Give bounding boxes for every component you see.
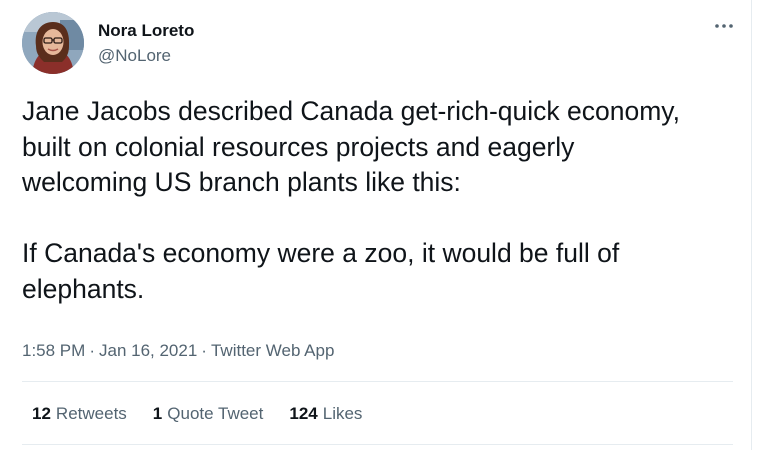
likes-label: Likes: [322, 404, 363, 423]
author-handle[interactable]: @NoLore: [98, 45, 194, 67]
author-display-name[interactable]: Nora Loreto: [98, 20, 194, 42]
meta-separator: ·: [89, 341, 95, 360]
avatar-image: [22, 12, 84, 74]
quote-tweets-count: 1: [152, 404, 163, 423]
tweet-card: Nora Loreto @NoLore Jane Jacobs describe…: [0, 0, 752, 450]
more-horizontal-icon: [715, 24, 733, 28]
tweet-stats: 12 Retweets 1 Quote Tweet 124 Likes: [32, 402, 388, 426]
likes-count: 124: [289, 404, 318, 423]
likes-stat[interactable]: 124 Likes: [289, 402, 362, 426]
avatar[interactable]: [22, 12, 84, 74]
author-info: Nora Loreto @NoLore: [98, 20, 194, 67]
tweet-text: Jane Jacobs described Canada get-rich-qu…: [22, 96, 680, 304]
tweet-header: Nora Loreto @NoLore: [22, 12, 737, 76]
retweets-label: Retweets: [55, 404, 127, 423]
divider: [22, 444, 733, 445]
quote-tweets-stat[interactable]: 1 Quote Tweet: [153, 402, 264, 426]
meta-separator: ·: [201, 341, 207, 360]
tweet-source[interactable]: Twitter Web App: [211, 341, 334, 360]
divider: [22, 381, 733, 382]
tweet-time[interactable]: 1:58 PM: [22, 341, 85, 360]
quote-tweets-label: Quote Tweet: [167, 404, 264, 423]
retweets-count: 12: [32, 404, 51, 423]
more-options-button[interactable]: [711, 16, 737, 36]
retweets-stat[interactable]: 12 Retweets: [32, 402, 127, 426]
tweet-meta: 1:58 PM · Jan 16, 2021 · Twitter Web App: [22, 339, 334, 363]
tweet-date[interactable]: Jan 16, 2021: [99, 341, 197, 360]
